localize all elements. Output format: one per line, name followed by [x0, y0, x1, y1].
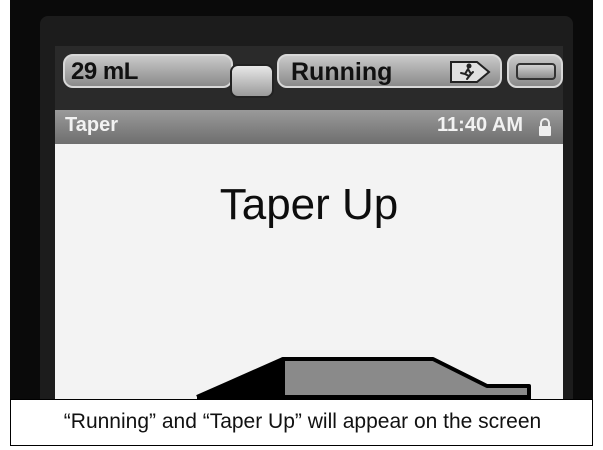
mode-title: Taper Up	[219, 180, 399, 229]
caption-text: “Running” and “Taper Up” will appear on …	[63, 410, 542, 433]
status-bar: 29 mL Running	[55, 46, 563, 110]
battery-icon	[516, 63, 556, 80]
title-bar: Taper 11:40 AM	[55, 110, 563, 144]
device-photo: 29 mL Running Taper 11:40 AM Taper Up	[10, 0, 593, 399]
running-person-icon	[450, 61, 491, 83]
syringe-icon	[230, 64, 274, 98]
volume-indicator: 29 mL	[63, 54, 274, 98]
volume-value: 29 mL	[71, 58, 138, 85]
run-status-text: Running	[291, 58, 393, 86]
lock-icon	[539, 118, 551, 136]
clock-time: 11:40 AM	[437, 114, 523, 136]
run-status-indicator: Running	[277, 54, 502, 88]
main-content: Taper Up	[55, 144, 563, 399]
battery-indicator	[507, 54, 563, 88]
taper-up-graph	[196, 357, 531, 399]
plateau-segment	[281, 357, 531, 399]
caption-box: “Running” and “Taper Up” will appear on …	[10, 399, 593, 446]
mode-label: Taper	[65, 114, 118, 136]
pump-screen: 29 mL Running Taper 11:40 AM Taper Up	[55, 46, 563, 399]
